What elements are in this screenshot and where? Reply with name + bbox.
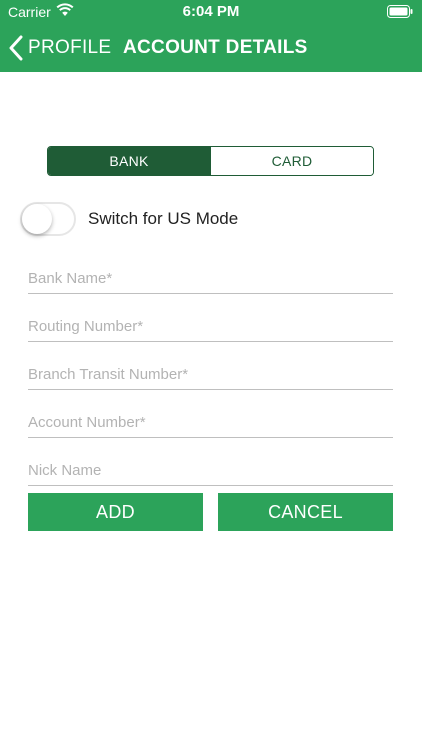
chevron-left-icon: [9, 35, 23, 61]
cancel-button[interactable]: CANCEL: [218, 493, 393, 531]
back-label: PROFILE: [28, 37, 112, 58]
back-button[interactable]: PROFILE: [8, 34, 111, 62]
bank-name-input[interactable]: [28, 264, 393, 294]
status-bar: Carrier 6:04 PM: [0, 0, 422, 24]
toggle-knob: [22, 204, 52, 234]
battery-icon: [387, 5, 413, 18]
bank-card-segmented-control: BANK CARD: [47, 146, 374, 176]
page-title: ACCOUNT DETAILS: [123, 37, 308, 58]
nick-name-input[interactable]: [28, 456, 393, 486]
branch-transit-number-input[interactable]: [28, 360, 393, 390]
segment-card[interactable]: CARD: [210, 147, 373, 175]
status-time: 6:04 PM: [182, 3, 240, 20]
segment-bank[interactable]: BANK: [48, 147, 210, 175]
us-mode-label: Switch for US Mode: [88, 209, 239, 228]
us-mode-toggle[interactable]: [20, 202, 76, 236]
routing-number-input[interactable]: [28, 312, 393, 342]
add-button[interactable]: ADD: [28, 493, 203, 531]
header: Carrier 6:04 PM PROFILE ACCOUNT DETAILS: [0, 0, 422, 72]
nav-bar: PROFILE ACCOUNT DETAILS: [0, 24, 422, 72]
account-number-input[interactable]: [28, 408, 393, 438]
